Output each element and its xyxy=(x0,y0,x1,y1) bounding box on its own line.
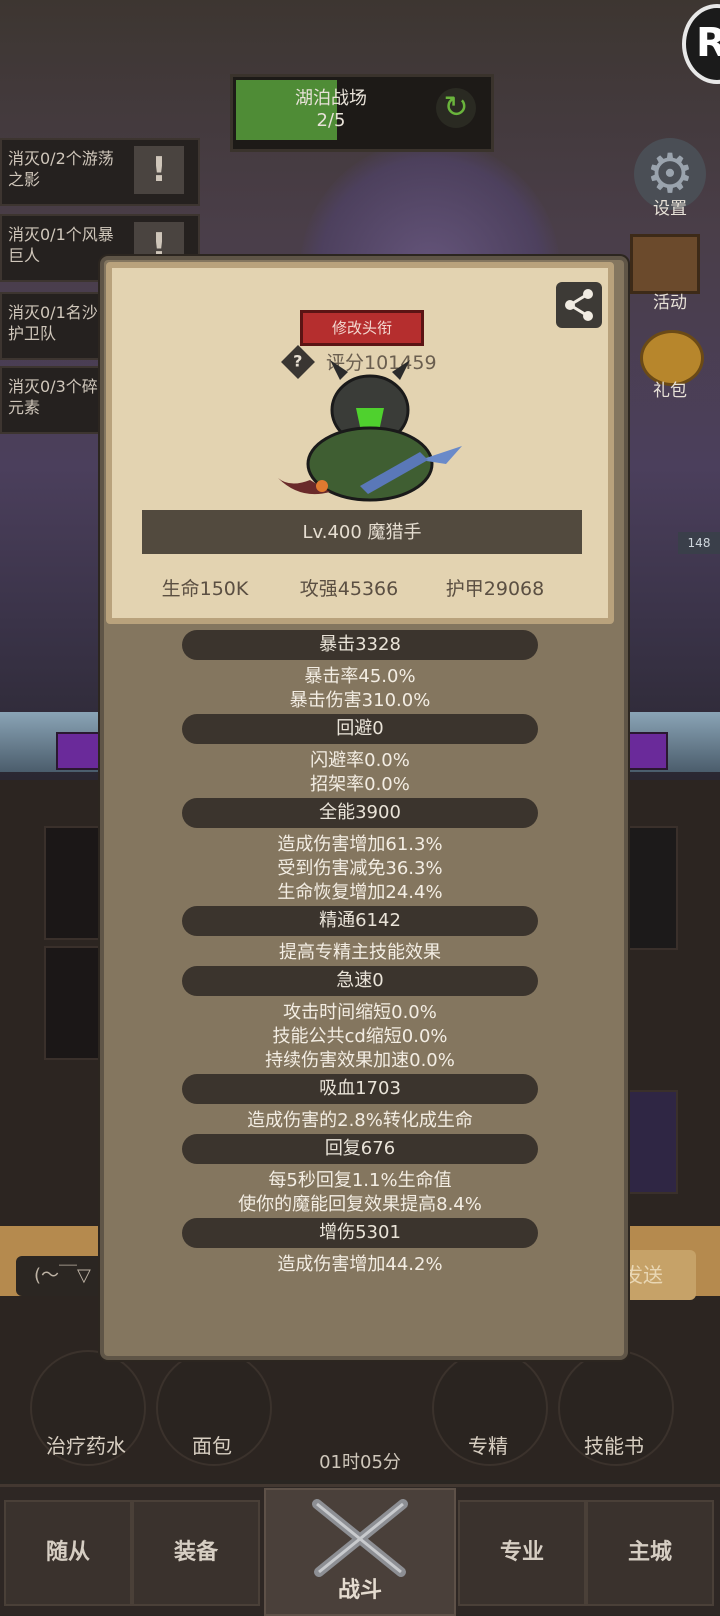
stat-header-lifesteal: 吸血1703 xyxy=(182,1074,538,1104)
stat-line: 造成伤害增加61.3% xyxy=(277,834,443,855)
stat-line: 受到伤害减免36.3% xyxy=(277,858,443,879)
stat-header-damage-bonus: 增伤5301 xyxy=(182,1218,538,1248)
crossed-swords-icon xyxy=(312,1499,408,1577)
quest-text: 消灭0/2个游荡之影 xyxy=(8,149,114,189)
settings-label: 设置 xyxy=(653,199,687,219)
bread-label: 面包 xyxy=(192,1434,232,1458)
nav-battle[interactable]: 战斗 xyxy=(264,1488,456,1616)
stat-line: 闪避率0.0% xyxy=(310,750,410,771)
activity-scroll-icon[interactable] xyxy=(630,234,700,294)
stat-line: 每5秒回复1.1%生命值 xyxy=(268,1170,452,1191)
stat-line: 招架率0.0% xyxy=(310,774,410,795)
chest-timer: 01时05分 xyxy=(319,1452,401,1473)
stat-attack-power: 攻强45366 xyxy=(299,578,399,600)
stat-health: 生命150K xyxy=(161,578,249,600)
stage-progress-text: 2/5 xyxy=(316,110,346,131)
stat-header-crit: 暴击3328 xyxy=(182,630,538,660)
stat-header-avoidance: 回避0 xyxy=(182,714,538,744)
nav-battle-label: 战斗 xyxy=(337,1578,382,1603)
share-icon[interactable] xyxy=(556,282,602,328)
gift-label: 礼包 xyxy=(653,381,687,401)
potion-label: 治疗药水 xyxy=(46,1434,126,1458)
stat-header-haste: 急速0 xyxy=(182,966,538,996)
stat-header-mastery: 精通6142 xyxy=(182,906,538,936)
stat-line: 暴击率45.0% xyxy=(304,666,416,687)
nav-city[interactable]: 主城 xyxy=(586,1500,714,1606)
edit-title-button[interactable]: 修改头衔 xyxy=(300,310,424,346)
stat-line: 持续伤害效果加速0.0% xyxy=(265,1050,455,1071)
quest-alert-icon: ! xyxy=(134,146,184,194)
stat-line: 生命恢复增加24.4% xyxy=(277,882,443,903)
stat-line: 提高专精主技能效果 xyxy=(279,942,441,963)
side-badge: 148 xyxy=(678,532,720,554)
hero-portrait xyxy=(278,360,462,502)
stat-line: 技能公共cd缩短0.0% xyxy=(272,1026,448,1047)
nav-profession[interactable]: 专业 xyxy=(458,1500,586,1606)
activity-label: 活动 xyxy=(653,293,687,313)
stat-line: 暴击伤害310.0% xyxy=(289,690,431,711)
refresh-icon[interactable]: ↻ xyxy=(436,88,476,128)
nav-followers[interactable]: 随从 xyxy=(4,1500,132,1606)
stat-line: 使你的魔能回复效果提高8.4% xyxy=(238,1194,482,1215)
stat-header-versatility: 全能3900 xyxy=(182,798,538,828)
stage-name: 湖泊战场 xyxy=(295,88,367,109)
share-glyph xyxy=(565,289,593,321)
skillbook-label: 技能书 xyxy=(584,1434,644,1458)
stat-line: 造成伤害的2.8%转化成生命 xyxy=(247,1110,473,1131)
stat-header-regen: 回复676 xyxy=(182,1134,538,1164)
hero-level-name: Lv.400 魔猎手 xyxy=(302,522,422,543)
nav-equipment[interactable]: 装备 xyxy=(132,1500,260,1606)
stat-line: 攻击时间缩短0.0% xyxy=(283,1002,437,1023)
stat-armor: 护甲29068 xyxy=(445,578,545,600)
stat-line: 造成伤害增加44.2% xyxy=(277,1254,443,1275)
spec-label: 专精 xyxy=(468,1434,508,1458)
